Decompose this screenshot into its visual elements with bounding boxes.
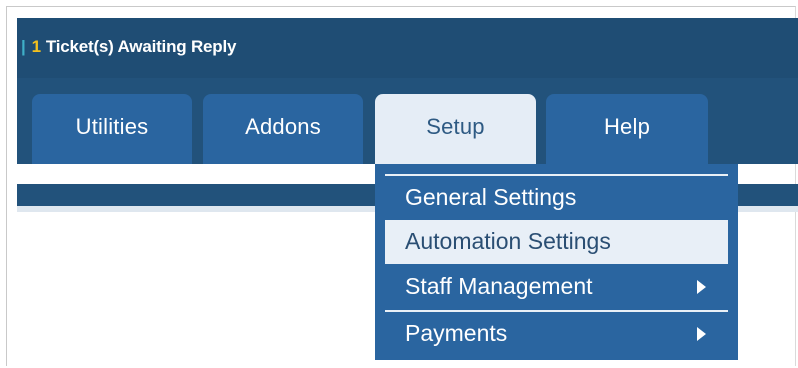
tab-addons[interactable]: Addons — [203, 94, 363, 164]
ticket-label: Ticket(s) Awaiting Reply — [45, 37, 237, 56]
tab-setup[interactable]: Setup — [375, 94, 536, 164]
triangle-right-icon — [697, 327, 706, 341]
menu-item-label: General Settings — [405, 183, 577, 210]
setup-dropdown-menu: General Settings Automation Settings Sta… — [375, 164, 738, 360]
menu-item-general-settings[interactable]: General Settings — [385, 176, 728, 220]
menu-item-staff-management[interactable]: Staff Management — [385, 265, 728, 309]
tab-label: Addons — [245, 114, 321, 139]
menu-item-label: Payments — [405, 319, 508, 346]
menu-item-automation-settings[interactable]: Automation Settings — [385, 220, 728, 264]
tickets-awaiting-notice[interactable]: | 1 Ticket(s) Awaiting Reply — [21, 36, 236, 58]
menu-item-label: Staff Management — [405, 272, 593, 299]
menu-item-label: Automation Settings — [405, 227, 611, 254]
menu-item-payments[interactable]: Payments — [385, 312, 728, 356]
tab-utilities[interactable]: Utilities — [32, 94, 192, 164]
triangle-right-icon — [697, 280, 706, 294]
tab-label: Help — [603, 114, 651, 139]
tab-help[interactable]: Help — [546, 94, 708, 164]
ticket-count: 1 — [31, 37, 41, 56]
tab-label: Utilities — [75, 114, 149, 139]
notice-separator: | — [21, 37, 26, 56]
tab-label: Setup — [426, 114, 485, 139]
